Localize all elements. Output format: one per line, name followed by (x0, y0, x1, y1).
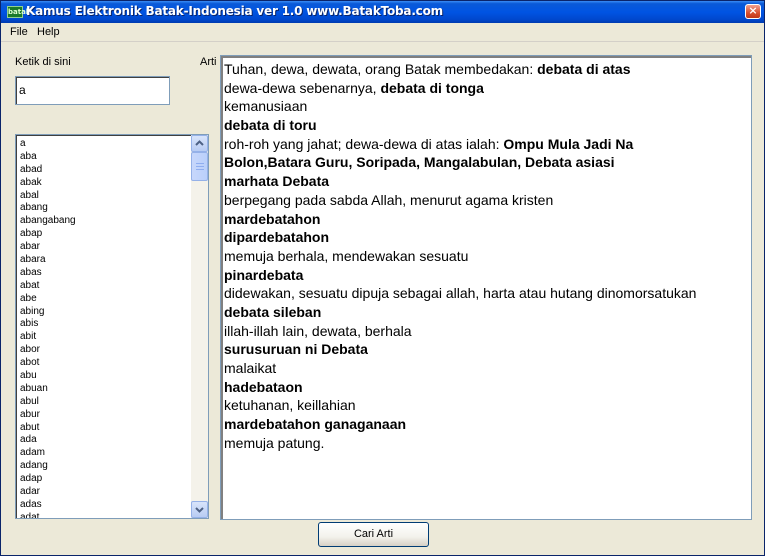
word-list-item[interactable]: ada (16, 433, 190, 446)
meaning-term: debata di toru (224, 117, 317, 134)
word-list-items: a aba abad abak abal abang abangabang abap abar a… (16, 137, 190, 518)
word-list-item[interactable]: abak (16, 176, 190, 189)
word-list-item[interactable]: abur (16, 408, 190, 421)
word-list-item[interactable]: abis (16, 317, 190, 330)
meaning-term: debata di atas (537, 61, 631, 77)
word-list-item[interactable]: abar (16, 240, 190, 253)
word-list-item[interactable]: abang (16, 201, 190, 214)
meaning-term: hadebataon (224, 378, 303, 395)
word-list-item[interactable]: adap (16, 472, 190, 485)
window-title: Kamus Elektronik Batak-Indonesia ver 1.0… (26, 4, 443, 18)
meaning-term: surusuruan ni Debata (224, 341, 368, 358)
meaning-line: malaikat (224, 359, 751, 378)
meaning-term: Ompu Mula Jadi Na (503, 135, 634, 152)
word-list-item[interactable]: abap (16, 227, 190, 240)
meaning-line: memuja berhala, mendewakan sesuatu (224, 247, 751, 266)
scroll-up-button[interactable] (191, 135, 208, 152)
word-list-item[interactable]: adat (16, 511, 190, 518)
meaning-term: debata sileban (224, 303, 322, 320)
word-list-item[interactable]: adar (16, 485, 190, 498)
meaning-text: malaikat (224, 360, 277, 376)
meaning-line: mardebatahon (224, 210, 751, 229)
meaning-text: memuja patung. (224, 434, 325, 451)
meaning-term: mardebatahon ganaganaan (224, 416, 407, 433)
word-list-item[interactable]: abor (16, 343, 190, 356)
meaning-term: marhata Debata (224, 173, 330, 190)
meaning-term: debata di tonga (380, 79, 484, 96)
chevron-up-icon (195, 140, 204, 146)
word-list[interactable]: a aba abad abak abal abang abangabang abap abar a… (15, 134, 209, 519)
meaning-line: Bolon,Batara Guru, Soripada, Mangalabula… (224, 153, 751, 172)
meaning-line: didewakan, sesuatu dipuja sebagai allah,… (224, 284, 751, 303)
meaning-term: mardebatahon (224, 210, 321, 227)
word-list-item[interactable]: a (16, 137, 190, 150)
word-list-item[interactable]: abe (16, 292, 190, 305)
word-list-item[interactable]: abit (16, 330, 190, 343)
meaning-line: ketuhanan, keillahian (224, 396, 751, 415)
meaning-line: memuja patung. (224, 434, 751, 453)
meaning-content: Tuhan, dewa, dewata, orang Batak membeda… (224, 60, 751, 453)
scroll-thumb[interactable] (191, 152, 208, 181)
meaning-text: didewakan, sesuatu dipuja sebagai allah,… (224, 285, 697, 302)
meaning-line: illah-illah lain, dewata, berhala (224, 322, 751, 341)
meaning-text: ketuhanan, keillahian (224, 397, 356, 414)
menu-bar: File Help (1, 23, 764, 42)
meaning-label: Arti (200, 56, 217, 68)
search-input[interactable]: a (15, 76, 170, 105)
word-list-item[interactable]: adas (16, 498, 190, 511)
meaning-text: kemanusiaan (224, 98, 308, 115)
close-button[interactable]: × (745, 4, 761, 19)
meaning-text: roh-roh yang jahat; dewa-dewa di atas ia… (224, 135, 504, 152)
meaning-line: dipardebatahon (224, 228, 751, 247)
word-list-scrollbar[interactable] (191, 135, 208, 518)
scroll-down-button[interactable] (191, 501, 208, 518)
word-list-item[interactable]: abal (16, 189, 190, 202)
meaning-line: dewa-dewa sebenarnya, debata di tonga (224, 79, 751, 98)
word-list-item[interactable]: abing (16, 305, 190, 318)
menu-file[interactable]: File (10, 26, 28, 38)
meaning-line: debata di toru (224, 116, 751, 135)
word-list-item[interactable]: abas (16, 266, 190, 279)
word-list-item[interactable]: abat (16, 279, 190, 292)
meaning-text: Tuhan, dewa, dewata, orang Batak membeda… (224, 61, 538, 77)
word-list-item[interactable]: abangabang (16, 214, 190, 227)
meaning-text: berpegang pada sabda Allah, menurut agam… (224, 191, 554, 208)
meaning-line: roh-roh yang jahat; dewa-dewa di atas ia… (224, 135, 751, 154)
meaning-line: hadebataon (224, 378, 751, 397)
word-list-item[interactable]: abul (16, 395, 190, 408)
word-list-item[interactable]: aba (16, 150, 190, 163)
search-meaning-button[interactable]: Cari Arti (318, 522, 429, 547)
meaning-line: mardebatahon ganaganaan (224, 415, 751, 434)
word-list-item[interactable]: abuan (16, 382, 190, 395)
meaning-line: surusuruan ni Debata (224, 340, 751, 359)
word-list-item[interactable]: abara (16, 253, 190, 266)
word-list-item[interactable]: abut (16, 421, 190, 434)
meaning-term: dipardebatahon (224, 229, 330, 246)
meaning-line: Tuhan, dewa, dewata, orang Batak membeda… (224, 60, 751, 79)
meaning-text: illah-illah lain, dewata, berhala (224, 322, 412, 339)
meaning-line: pinardebata (224, 266, 751, 285)
meaning-text: memuja berhala, mendewakan sesuatu (224, 247, 469, 264)
word-list-item[interactable]: abu (16, 369, 190, 382)
meaning-term: pinardebata (224, 266, 304, 283)
word-list-item[interactable]: abot (16, 356, 190, 369)
meaning-line: marhata Debata (224, 172, 751, 191)
meaning-term: Bolon,Batara Guru, Soripada, Mangalabula… (224, 154, 615, 171)
menu-help[interactable]: Help (37, 26, 60, 38)
app-window: batak Kamus Elektronik Batak-Indonesia v… (0, 0, 765, 556)
chevron-down-icon (195, 507, 204, 513)
search-label: Ketik di sini (15, 56, 71, 68)
meaning-text: dewa-dewa sebenarnya, (224, 79, 381, 96)
word-list-item[interactable]: adam (16, 446, 190, 459)
meaning-line: debata sileban (224, 303, 751, 322)
app-icon: batak (7, 6, 30, 18)
meaning-line: kemanusiaan (224, 97, 751, 116)
word-list-item[interactable]: adang (16, 459, 190, 472)
meaning-textbox[interactable]: Tuhan, dewa, dewata, orang Batak membeda… (220, 55, 752, 520)
word-list-item[interactable]: abad (16, 163, 190, 176)
title-bar[interactable]: batak Kamus Elektronik Batak-Indonesia v… (1, 1, 764, 23)
meaning-line: berpegang pada sabda Allah, menurut agam… (224, 191, 751, 210)
